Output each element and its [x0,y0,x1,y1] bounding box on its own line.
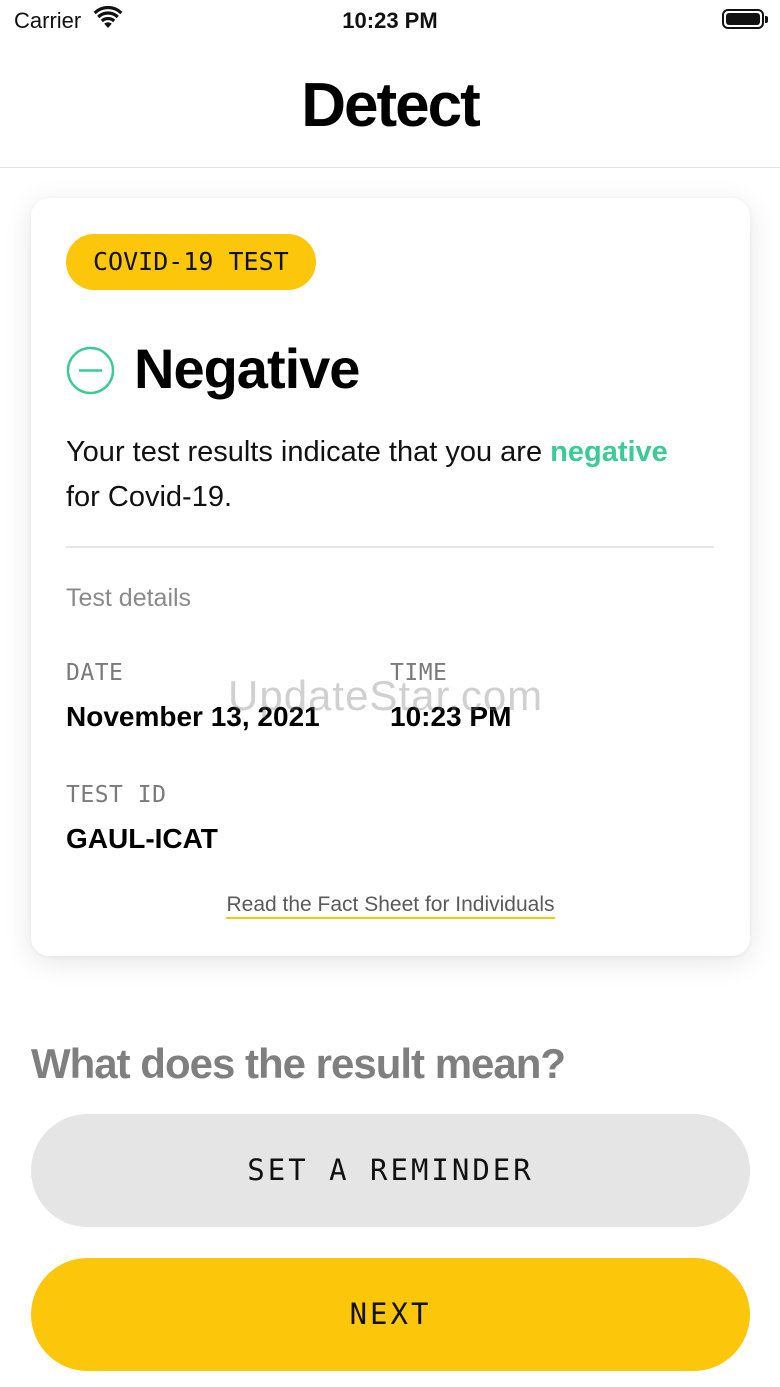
result-title: Negative [134,337,360,400]
result-meaning-heading: What does the result mean? [31,1040,566,1087]
status-bar: Carrier 10:23 PM [0,0,780,40]
app-header: Detect [0,40,780,168]
test-type-badge: COVID-19 TEST [66,234,316,290]
next-button[interactable]: NEXT [31,1258,750,1371]
set-reminder-button[interactable]: SET A REMINDER [31,1114,750,1227]
result-description-prefix: Your test results indicate that you are [66,436,551,468]
test-details-heading: Test details [66,584,192,612]
test-id-label: TEST ID [66,782,167,808]
fact-sheet-link[interactable]: Read the Fact Sheet for Individuals [226,893,555,919]
minus-circle-icon [66,346,115,395]
battery-icon [722,9,768,29]
test-result-card: COVID-19 TEST Negative Your test results… [31,198,750,956]
test-id-value: GAUL-ICAT [66,823,218,854]
watermark: UpdateStar.com [228,672,544,719]
fact-sheet-link-wrapper: Read the Fact Sheet for Individuals [31,893,750,919]
status-time: 10:23 PM [342,8,438,33]
app-logo-title: Detect [301,71,481,140]
result-highlight: negative [550,436,668,468]
date-label: DATE [66,660,124,686]
divider [66,546,714,548]
result-description: Your test results indicate that you are … [66,430,716,520]
result-description-suffix: for Covid-19. [66,481,233,513]
